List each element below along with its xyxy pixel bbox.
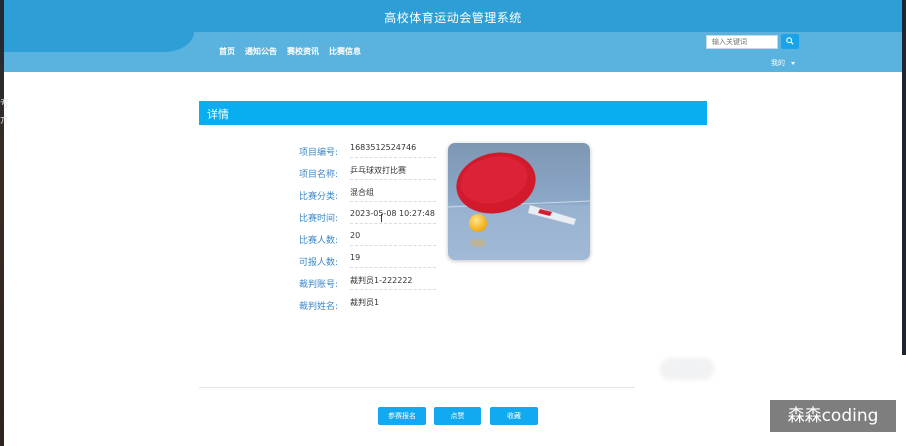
project-image (448, 143, 590, 260)
field-label: 项目名称: (298, 170, 338, 180)
field-label: 可报人数: (298, 258, 338, 268)
field-label: 比赛分类: (298, 192, 338, 202)
caret-down-icon (791, 61, 795, 65)
watermark: 森森coding (770, 400, 896, 432)
nav-news[interactable]: 赛校资讯 (287, 46, 319, 57)
field-row-project-name: 项目名称: 乒乓球双打比赛 (280, 162, 440, 184)
register-button[interactable]: 参赛报名 (378, 407, 426, 425)
field-row-referee-account: 裁判账号: 裁判员1-222222 (280, 272, 440, 294)
like-button[interactable]: 点赞 (434, 407, 481, 425)
user-menu-label: 我的 (771, 59, 785, 67)
blurred-element (660, 358, 714, 380)
field-row-match-time: 比赛时间: 2023-05-08 10:27:48 (280, 206, 440, 228)
field-label: 裁判姓名: (298, 302, 338, 312)
field-value: 混合组 (350, 187, 436, 202)
user-menu[interactable]: 我的 (771, 58, 795, 68)
text-cursor (381, 214, 382, 222)
site-title: 高校体育运动会管理系统 (384, 11, 522, 25)
header-curve (4, 32, 194, 52)
field-value: 1683512524746 (350, 143, 436, 158)
field-label: 比赛人数: (298, 236, 338, 246)
main-nav: 首页 通知公告 赛校资讯 比赛信息 (219, 46, 361, 57)
field-value: 19 (350, 253, 436, 268)
field-value: 2023-05-08 10:27:48 (350, 209, 436, 224)
ping-pong-paddle-illustration (448, 143, 590, 260)
edge-glyph: 亐 (0, 100, 10, 110)
field-value: 乒乓球双打比赛 (350, 165, 436, 180)
field-row-available: 可报人数: 19 (280, 250, 440, 272)
search-input[interactable] (706, 35, 778, 49)
field-row-participants: 比赛人数: 20 (280, 228, 440, 250)
field-label: 裁判账号: (298, 280, 338, 290)
field-row-project-id: 项目编号: 1683512524746 (280, 140, 440, 162)
field-label: 比赛时间: (298, 214, 338, 224)
nav-notices[interactable]: 通知公告 (245, 46, 277, 57)
edge-glyph: 亣 (0, 116, 10, 126)
search-button[interactable] (781, 34, 799, 49)
nav-home[interactable]: 首页 (219, 46, 235, 57)
field-value: 裁判员1-222222 (350, 275, 436, 290)
field-value: 裁判员1 (350, 298, 380, 307)
favorite-button[interactable]: 收藏 (490, 407, 538, 425)
field-row-referee-name: 裁判姓名: 裁判员1 (280, 294, 440, 316)
field-value: 20 (350, 231, 436, 246)
detail-title: 详情 (207, 108, 229, 121)
field-row-category: 比赛分类: 混合组 (280, 184, 440, 206)
nav-competitions[interactable]: 比赛信息 (329, 46, 361, 57)
field-label: 项目编号: (298, 148, 338, 158)
search-icon (786, 37, 794, 45)
section-divider (199, 387, 635, 388)
site-header: 高校体育运动会管理系统 首页 通知公告 赛校资讯 比赛信息 我的 (4, 0, 902, 72)
detail-header: 详情 (199, 101, 707, 125)
